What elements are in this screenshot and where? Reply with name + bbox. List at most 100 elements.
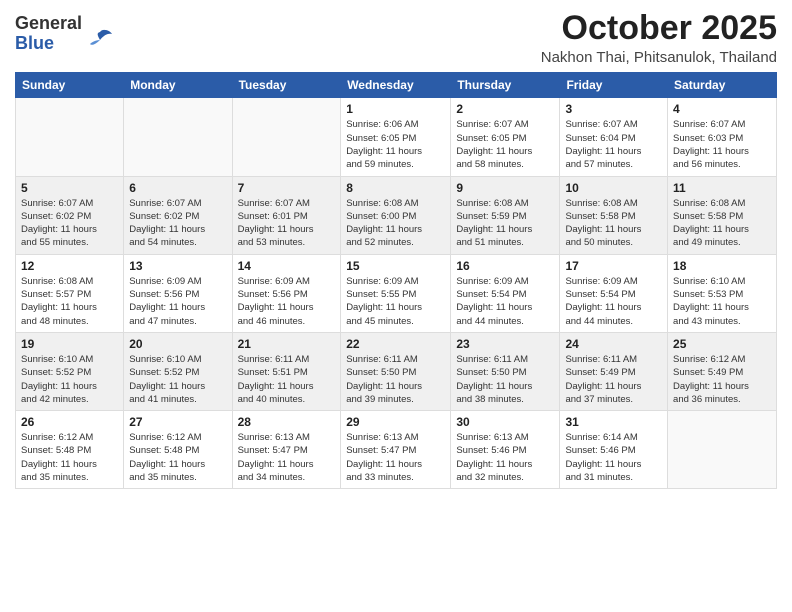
calendar-cell: 21 Sunrise: 6:11 AM Sunset: 5:51 PM Dayli…: [232, 332, 341, 410]
day-info: Sunrise: 6:11 AM Sunset: 5:51 PM Dayligh…: [238, 353, 336, 406]
weekday-header-sunday: Sunday: [16, 73, 124, 98]
day-info: Sunrise: 6:13 AM Sunset: 5:47 PM Dayligh…: [238, 431, 336, 484]
calendar-cell: 23Sunrise: 6:11 AM Sunset: 5:50 PM Dayli…: [451, 332, 560, 410]
day-number: 25: [673, 337, 771, 351]
day-info: Sunrise: 6:09 AM Sunset: 5:54 PM Dayligh…: [456, 275, 554, 328]
weekday-header-monday: Monday: [124, 73, 232, 98]
day-number: 24: [565, 337, 662, 351]
calendar-cell: 16 Sunrise: 6:09 AM Sunset: 5:54 PM Dayli…: [451, 254, 560, 332]
calendar-cell: 10 Sunrise: 6:08 AM Sunset: 5:58 PM Dayli…: [560, 176, 668, 254]
calendar-week-5: 26Sunrise: 6:12 AM Sunset: 5:48 PM Dayli…: [16, 411, 777, 489]
day-info: Sunrise: 6:08 AM Sunset: 5:58 PM Dayligh…: [673, 197, 771, 250]
day-info: Sunrise: 6:13 AM Sunset: 5:47 PM Dayligh…: [346, 431, 445, 484]
day-info: Sunrise: 6:10 AM Sunset: 5:52 PM Dayligh…: [129, 353, 226, 406]
day-number: 29: [346, 415, 445, 429]
day-number: 13: [129, 259, 226, 273]
calendar-cell: 9 Sunrise: 6:08 AM Sunset: 5:59 PM Daylig…: [451, 176, 560, 254]
day-number: 3: [565, 102, 662, 116]
page: General Blue October 2025 Nakhon Thai, P…: [0, 0, 792, 612]
day-info: Sunrise: 6:07 AM Sunset: 6:02 PM Dayligh…: [21, 197, 118, 250]
calendar-week-2: 5 Sunrise: 6:07 AM Sunset: 6:02 PM Daylig…: [16, 176, 777, 254]
day-info: Sunrise: 6:13 AM Sunset: 5:46 PM Dayligh…: [456, 431, 554, 484]
day-number: 20: [129, 337, 226, 351]
calendar-cell: 6 Sunrise: 6:07 AM Sunset: 6:02 PM Daylig…: [124, 176, 232, 254]
calendar-cell: 20 Sunrise: 6:10 AM Sunset: 5:52 PM Dayli…: [124, 332, 232, 410]
day-number: 18: [673, 259, 771, 273]
day-info: Sunrise: 6:14 AM Sunset: 5:46 PM Dayligh…: [565, 431, 662, 484]
day-info: Sunrise: 6:11 AM Sunset: 5:50 PM Dayligh…: [346, 353, 445, 406]
calendar-cell: 18 Sunrise: 6:10 AM Sunset: 5:53 PM Dayli…: [668, 254, 777, 332]
calendar-week-3: 12Sunrise: 6:08 AM Sunset: 5:57 PM Dayli…: [16, 254, 777, 332]
calendar-cell: 3Sunrise: 6:07 AM Sunset: 6:04 PM Daylig…: [560, 98, 668, 176]
weekday-header-saturday: Saturday: [668, 73, 777, 98]
day-info: Sunrise: 6:07 AM Sunset: 6:05 PM Dayligh…: [456, 118, 554, 171]
title-block: October 2025 Nakhon Thai, Phitsanulok, T…: [541, 10, 777, 66]
weekday-header-row: SundayMondayTuesdayWednesdayThursdayFrid…: [16, 73, 777, 98]
calendar-cell: 31Sunrise: 6:14 AM Sunset: 5:46 PM Dayli…: [560, 411, 668, 489]
day-number: 22: [346, 337, 445, 351]
calendar-cell: [124, 98, 232, 176]
calendar-cell: 28 Sunrise: 6:13 AM Sunset: 5:47 PM Dayli…: [232, 411, 341, 489]
calendar-cell: 25 Sunrise: 6:12 AM Sunset: 5:49 PM Dayli…: [668, 332, 777, 410]
day-info: Sunrise: 6:08 AM Sunset: 6:00 PM Dayligh…: [346, 197, 445, 250]
calendar-week-1: 1Sunrise: 6:06 AM Sunset: 6:05 PM Daylig…: [16, 98, 777, 176]
day-number: 15: [346, 259, 445, 273]
day-info: Sunrise: 6:06 AM Sunset: 6:05 PM Dayligh…: [346, 118, 445, 171]
weekday-header-tuesday: Tuesday: [232, 73, 341, 98]
day-number: 27: [129, 415, 226, 429]
calendar-cell: 30Sunrise: 6:13 AM Sunset: 5:46 PM Dayli…: [451, 411, 560, 489]
day-number: 19: [21, 337, 118, 351]
day-number: 4: [673, 102, 771, 116]
day-info: Sunrise: 6:08 AM Sunset: 5:57 PM Dayligh…: [21, 275, 118, 328]
calendar-cell: 12Sunrise: 6:08 AM Sunset: 5:57 PM Dayli…: [16, 254, 124, 332]
day-number: 5: [21, 181, 118, 195]
day-number: 8: [346, 181, 445, 195]
calendar-cell: [232, 98, 341, 176]
day-info: Sunrise: 6:12 AM Sunset: 5:49 PM Dayligh…: [673, 353, 771, 406]
day-info: Sunrise: 6:12 AM Sunset: 5:48 PM Dayligh…: [129, 431, 226, 484]
day-info: Sunrise: 6:10 AM Sunset: 5:53 PM Dayligh…: [673, 275, 771, 328]
calendar-cell: 7 Sunrise: 6:07 AM Sunset: 6:01 PM Daylig…: [232, 176, 341, 254]
day-info: Sunrise: 6:10 AM Sunset: 5:52 PM Dayligh…: [21, 353, 118, 406]
day-info: Sunrise: 6:09 AM Sunset: 5:56 PM Dayligh…: [238, 275, 336, 328]
day-info: Sunrise: 6:08 AM Sunset: 5:59 PM Dayligh…: [456, 197, 554, 250]
day-number: 14: [238, 259, 336, 273]
calendar-cell: [668, 411, 777, 489]
day-number: 7: [238, 181, 336, 195]
calendar-cell: 5 Sunrise: 6:07 AM Sunset: 6:02 PM Daylig…: [16, 176, 124, 254]
day-number: 21: [238, 337, 336, 351]
calendar-cell: 29 Sunrise: 6:13 AM Sunset: 5:47 PM Dayli…: [341, 411, 451, 489]
calendar-cell: 19 Sunrise: 6:10 AM Sunset: 5:52 PM Dayli…: [16, 332, 124, 410]
day-number: 16: [456, 259, 554, 273]
calendar-cell: 26Sunrise: 6:12 AM Sunset: 5:48 PM Dayli…: [16, 411, 124, 489]
day-number: 10: [565, 181, 662, 195]
calendar-cell: 22 Sunrise: 6:11 AM Sunset: 5:50 PM Dayli…: [341, 332, 451, 410]
calendar-week-4: 19 Sunrise: 6:10 AM Sunset: 5:52 PM Dayli…: [16, 332, 777, 410]
day-info: Sunrise: 6:11 AM Sunset: 5:50 PM Dayligh…: [456, 353, 554, 406]
day-info: Sunrise: 6:07 AM Sunset: 6:02 PM Dayligh…: [129, 197, 226, 250]
weekday-header-thursday: Thursday: [451, 73, 560, 98]
calendar-cell: [16, 98, 124, 176]
title-location: Nakhon Thai, Phitsanulok, Thailand: [541, 49, 777, 66]
day-number: 28: [238, 415, 336, 429]
calendar-cell: 14 Sunrise: 6:09 AM Sunset: 5:56 PM Dayli…: [232, 254, 341, 332]
day-number: 17: [565, 259, 662, 273]
calendar-cell: 11Sunrise: 6:08 AM Sunset: 5:58 PM Dayli…: [668, 176, 777, 254]
calendar-cell: 15 Sunrise: 6:09 AM Sunset: 5:55 PM Dayli…: [341, 254, 451, 332]
weekday-header-friday: Friday: [560, 73, 668, 98]
logo: General Blue: [15, 14, 114, 54]
day-info: Sunrise: 6:09 AM Sunset: 5:56 PM Dayligh…: [129, 275, 226, 328]
calendar-cell: 17 Sunrise: 6:09 AM Sunset: 5:54 PM Dayli…: [560, 254, 668, 332]
calendar-cell: 4Sunrise: 6:07 AM Sunset: 6:03 PM Daylig…: [668, 98, 777, 176]
day-number: 2: [456, 102, 554, 116]
weekday-header-wednesday: Wednesday: [341, 73, 451, 98]
calendar-cell: 24Sunrise: 6:11 AM Sunset: 5:49 PM Dayli…: [560, 332, 668, 410]
day-info: Sunrise: 6:07 AM Sunset: 6:01 PM Dayligh…: [238, 197, 336, 250]
logo-bird-icon: [86, 26, 114, 54]
day-number: 6: [129, 181, 226, 195]
day-info: Sunrise: 6:09 AM Sunset: 5:55 PM Dayligh…: [346, 275, 445, 328]
day-info: Sunrise: 6:09 AM Sunset: 5:54 PM Dayligh…: [565, 275, 662, 328]
day-number: 9: [456, 181, 554, 195]
day-info: Sunrise: 6:08 AM Sunset: 5:58 PM Dayligh…: [565, 197, 662, 250]
title-month: October 2025: [541, 10, 777, 47]
